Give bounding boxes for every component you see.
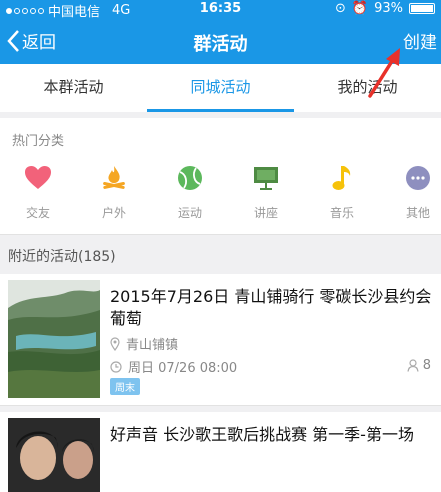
time-text: 周日 07/26 08:00	[128, 361, 238, 376]
activity-time: 周日 07/26 08:00	[110, 357, 237, 376]
category-label: 运动	[177, 206, 202, 220]
battery-percent: 93%	[374, 1, 403, 16]
location-pin-icon	[110, 336, 120, 351]
rotation-lock-icon: ⊙	[335, 1, 346, 16]
category-label: 音乐	[329, 206, 354, 220]
heart-icon	[24, 164, 52, 192]
activity-title: 好声音 长沙歌王歌后挑战赛 第一季-第一场	[110, 425, 414, 444]
nearby-title: 附近的活动(185)	[8, 249, 116, 265]
category-label: 其他	[405, 206, 430, 220]
participant-count: 8	[407, 358, 431, 373]
status-bar: 中国电信 4G 16:35 ⊙ ⏰ 93%	[0, 0, 441, 20]
activity-item[interactable]: 2015年7月26日 青山铺骑行 零碳长沙县约会葡萄 青山铺镇 周日 07/26…	[0, 274, 441, 406]
category-music[interactable]: 音乐	[304, 164, 380, 221]
category-outdoor[interactable]: 户外	[76, 164, 152, 221]
back-button[interactable]: 返回	[6, 28, 56, 53]
activity-thumbnail	[8, 418, 100, 492]
nearby-header: 附近的活动(185)	[0, 234, 441, 274]
nav-bar: 返回 群活动 创建	[0, 20, 441, 64]
music-note-icon	[328, 164, 356, 192]
location-text: 青山铺镇	[126, 338, 179, 353]
category-lecture[interactable]: 讲座	[228, 164, 304, 221]
activity-list: 2015年7月26日 青山铺骑行 零碳长沙县约会葡萄 青山铺镇 周日 07/26…	[0, 274, 441, 492]
clock-icon	[110, 360, 122, 373]
more-icon	[404, 164, 432, 192]
campfire-icon	[100, 164, 128, 192]
tab-bar: 本群活动 同城活动 我的活动	[0, 64, 441, 112]
category-list: 交友 户外 运动 讲座 音乐 其他	[0, 164, 441, 221]
category-label: 户外	[101, 206, 126, 220]
tab-group-activities[interactable]: 本群活动	[0, 64, 147, 112]
category-label: 讲座	[253, 206, 278, 220]
tab-my-activities[interactable]: 我的活动	[294, 64, 441, 112]
activity-item[interactable]: 好声音 长沙歌王歌后挑战赛 第一季-第一场	[0, 412, 441, 492]
tab-local-activities[interactable]: 同城活动	[147, 64, 294, 112]
battery-icon	[409, 3, 435, 14]
category-section-title: 热门分类	[12, 134, 65, 149]
count-text: 8	[422, 358, 431, 373]
activity-title: 2015年7月26日 青山铺骑行 零碳长沙县约会葡萄	[110, 287, 432, 328]
status-right: ⊙ ⏰ 93%	[335, 1, 435, 16]
category-sports[interactable]: 运动	[152, 164, 228, 221]
category-dating[interactable]: 交友	[0, 164, 76, 221]
tennis-ball-icon	[176, 164, 204, 192]
weekend-badge: 周末	[110, 378, 140, 395]
create-button[interactable]: 创建	[403, 28, 437, 53]
alarm-icon: ⏰	[351, 1, 369, 16]
activity-thumbnail	[8, 280, 100, 398]
board-icon	[252, 164, 280, 192]
person-icon	[407, 359, 419, 372]
category-other[interactable]: 其他	[380, 164, 441, 221]
page-title: 群活动	[193, 34, 248, 55]
activity-location: 青山铺镇	[110, 334, 178, 353]
back-label: 返回	[22, 33, 56, 53]
chevron-left-icon	[7, 29, 19, 52]
category-section: 热门分类 交友 户外 运动 讲座 音乐 其他	[0, 118, 441, 234]
category-label: 交友	[25, 206, 50, 220]
